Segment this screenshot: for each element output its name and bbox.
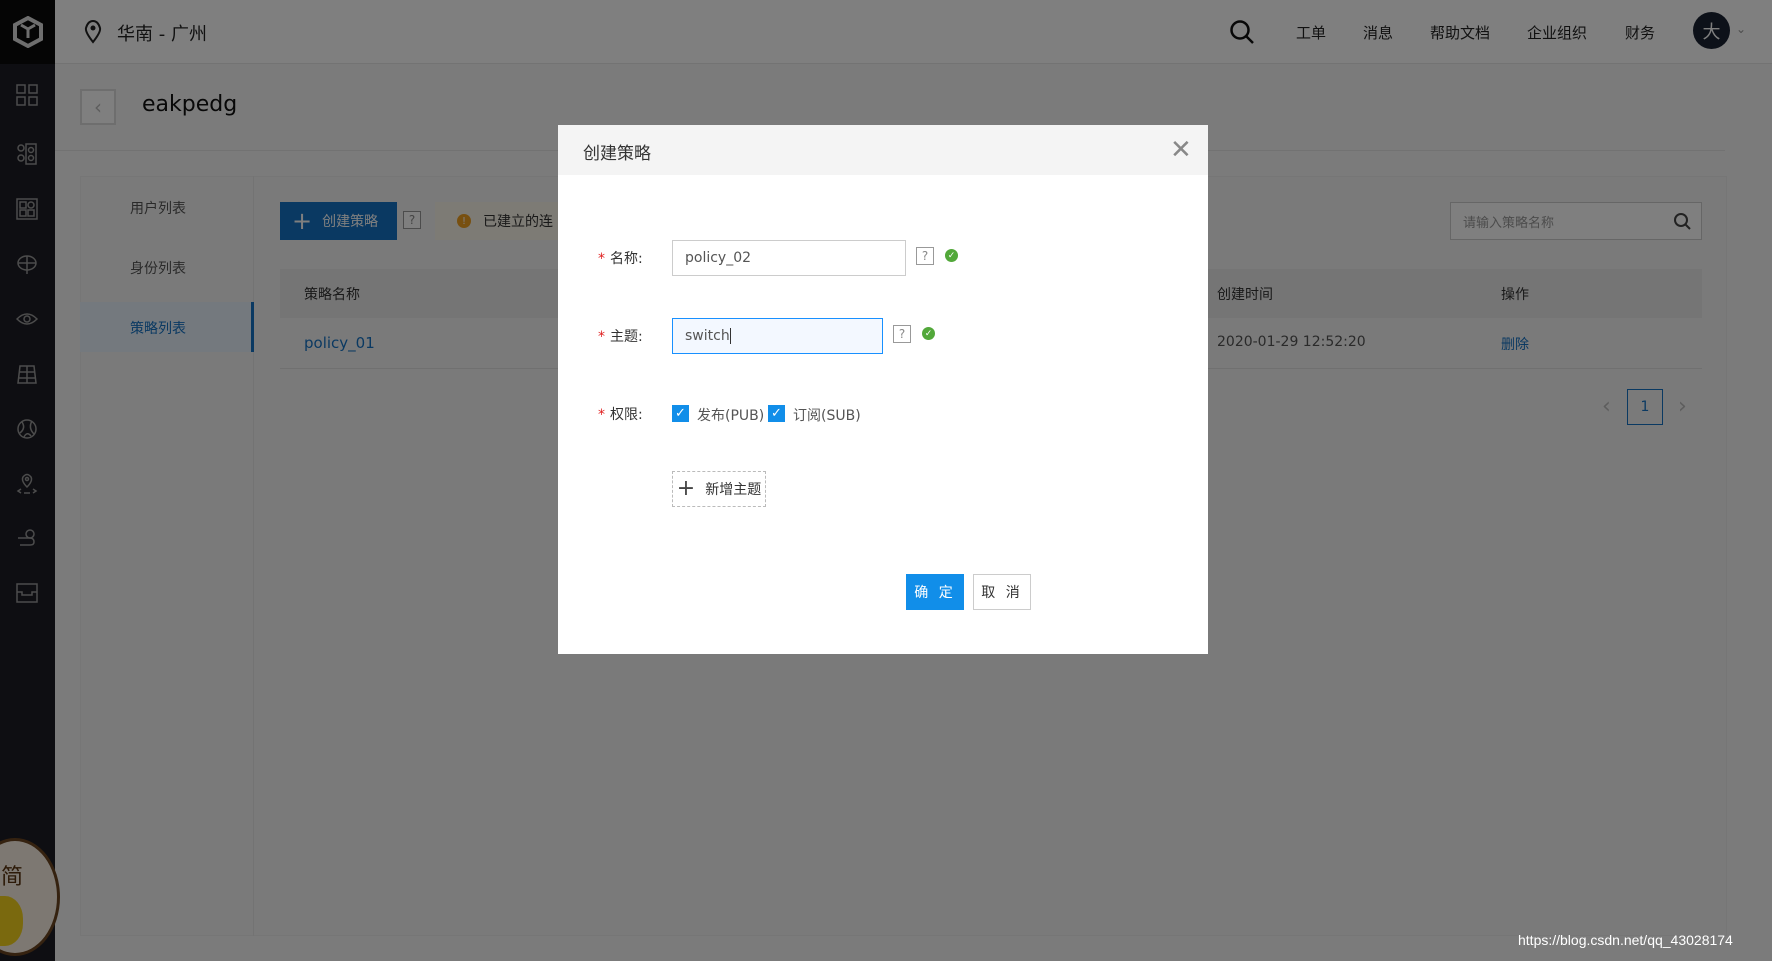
pub-label[interactable]: 发布(PUB) (697, 405, 764, 425)
topic-label: * 主题: (598, 326, 643, 346)
sub-checkbox[interactable]: ✓ (768, 405, 785, 422)
dialog-header (558, 125, 1208, 175)
pub-checkbox[interactable]: ✓ (672, 405, 689, 422)
close-icon[interactable]: ✕ (1170, 135, 1192, 165)
topic-valid-check-icon: ✓ (922, 327, 935, 340)
name-input[interactable]: policy_02 (672, 240, 906, 276)
required-mark: * (598, 329, 605, 345)
permission-label: * 权限: (598, 404, 643, 424)
cancel-button[interactable]: 取 消 (973, 574, 1031, 610)
create-policy-dialog: 创建策略 ✕ * 名称: policy_02 ? ✓ * 主题: switch ? … (558, 125, 1208, 654)
permission-label-text: 权限: (610, 407, 643, 423)
topic-label-text: 主题: (610, 329, 643, 345)
watermark: https://blog.csdn.net/qq_43028174 (1518, 932, 1733, 948)
name-label-text: 名称: (610, 251, 643, 267)
topic-input[interactable]: switch (672, 318, 883, 354)
name-help-icon[interactable]: ? (916, 247, 934, 265)
required-mark: * (598, 407, 605, 423)
name-value: policy_02 (685, 250, 752, 266)
add-topic-label: 新增主题 (705, 482, 762, 498)
name-valid-check-icon: ✓ (945, 249, 958, 262)
topic-value: switch (685, 328, 730, 344)
required-mark: * (598, 251, 605, 267)
dialog-title: 创建策略 (583, 144, 651, 164)
sub-label[interactable]: 订阅(SUB) (793, 405, 861, 425)
add-topic-button[interactable]: + 新增主题 (672, 471, 766, 507)
plus-icon: + (676, 476, 696, 501)
confirm-button[interactable]: 确 定 (906, 574, 964, 610)
text-cursor (729, 328, 731, 344)
topic-help-icon[interactable]: ? (893, 325, 911, 343)
name-label: * 名称: (598, 248, 643, 268)
